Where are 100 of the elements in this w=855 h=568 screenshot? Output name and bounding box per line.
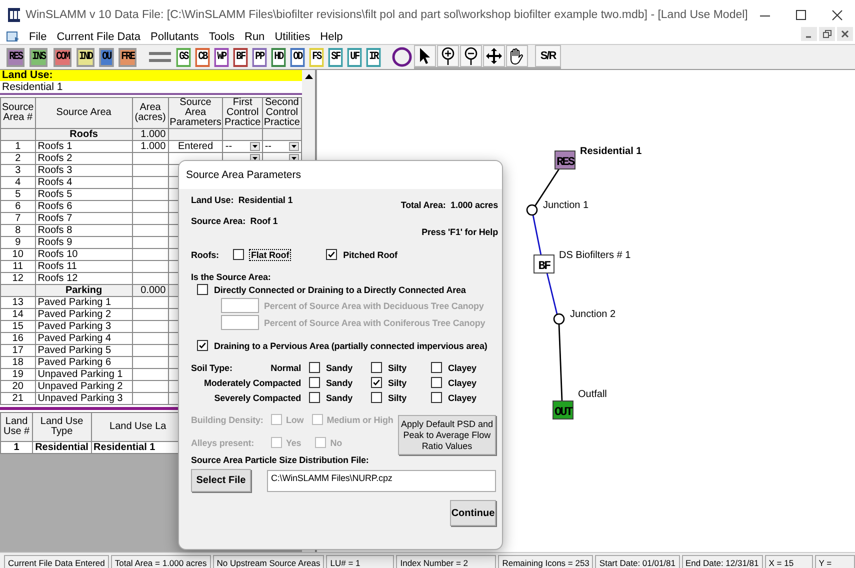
model-node[interactable]: OUT (552, 400, 574, 420)
toolbar-button[interactable]: FS (308, 48, 324, 66)
toolbar-button[interactable]: FRE (118, 48, 137, 66)
table-cell[interactable]: Roofs 1 (35, 140, 132, 152)
group-name: Roofs (35, 128, 132, 140)
table-cell[interactable]: Roofs 11 (35, 260, 132, 272)
menu-item[interactable]: Current File Data (52, 31, 146, 43)
toolbar-button[interactable]: CB (194, 48, 210, 66)
table-cell: 17 (0, 344, 36, 356)
checkbox[interactable] (371, 392, 382, 403)
table-cell[interactable]: Paved Parking 2 (35, 308, 132, 320)
checkbox[interactable] (197, 284, 208, 295)
toolbar-button[interactable]: IND (76, 48, 95, 66)
node-label: Junction 2 (570, 309, 616, 320)
checkbox[interactable] (309, 377, 320, 388)
table-cell[interactable]: Roofs 6 (35, 200, 132, 212)
model-node[interactable]: BF (534, 254, 554, 274)
table-cell[interactable]: Roofs 3 (35, 164, 132, 176)
row-label: Moderately Compacted (202, 378, 302, 388)
double-line-icon[interactable] (148, 51, 171, 63)
checkbox-label: Draining to a Pervious Area (partially connected impervious area) (214, 340, 488, 350)
field-label: Percent of Source Area with Deciduous Tree Canopy (264, 300, 484, 310)
checkbox[interactable] (233, 249, 244, 260)
checkbox[interactable] (309, 362, 320, 373)
table-cell[interactable]: Paved Parking 4 (35, 332, 132, 344)
menu-item[interactable]: Help (315, 31, 348, 43)
table-cell[interactable]: Unpaved Parking 3 (35, 392, 132, 404)
junction-node[interactable] (553, 313, 565, 325)
checkbox[interactable] (326, 249, 338, 260)
toolbar-button[interactable]: WP (214, 48, 228, 66)
menu-item[interactable]: Pollutants (146, 31, 204, 43)
junction-node[interactable] (526, 204, 538, 216)
maximize-icon[interactable] (796, 10, 807, 20)
scroll-up-icon[interactable] (304, 74, 312, 78)
checkbox-label: Silty (388, 392, 407, 402)
circle-icon[interactable] (392, 47, 412, 67)
toolbar-button[interactable]: OU (100, 48, 114, 66)
close-icon[interactable] (832, 10, 843, 20)
toolbar-button[interactable]: INS (30, 48, 48, 66)
checkbox-label: Silty (388, 378, 407, 388)
checkbox[interactable] (197, 340, 208, 351)
pointer-icon[interactable] (419, 48, 431, 64)
menu-item[interactable]: Run (240, 31, 270, 43)
checkbox[interactable] (371, 377, 382, 388)
menu-item[interactable]: File (24, 31, 52, 43)
toolbar-button[interactable]: PP (252, 48, 266, 66)
toolbar-button[interactable]: OD (290, 48, 304, 66)
table-cell: 18 (0, 356, 36, 368)
column-header: Land Use Type (32, 412, 92, 442)
table-cell[interactable]: Paved Parking 3 (35, 320, 132, 332)
document-icon[interactable] (6, 31, 20, 43)
model-node[interactable]: RES (554, 150, 576, 170)
toolbar-button[interactable]: S/R (535, 45, 561, 67)
table-cell[interactable]: Paved Parking 5 (35, 344, 132, 356)
checkbox[interactable] (431, 377, 442, 388)
column-header: Source Area # (0, 98, 36, 128)
table-cell[interactable]: Roofs 4 (35, 176, 132, 188)
table-cell[interactable]: Roofs 7 (35, 212, 132, 224)
table-cell[interactable]: Unpaved Parking 1 (35, 368, 132, 380)
toolbar-button[interactable]: RES (6, 48, 25, 66)
apply-defaults-button[interactable]: Apply Default PSD and Peak to Average Flow Ratio Values (398, 415, 496, 455)
close-icon[interactable] (841, 30, 849, 38)
table-cell[interactable]: Roofs 2 (35, 152, 132, 164)
table-cell[interactable]: Roofs 10 (35, 248, 132, 260)
file-path-field[interactable]: C:\WinSLAMM Files\NURP.cpz (267, 470, 496, 492)
table-cell[interactable]: Paved Parking 6 (35, 356, 132, 368)
soil-type-label: Soil Type: (191, 362, 232, 372)
hand-icon[interactable] (508, 48, 526, 64)
toolbar-button[interactable]: HD (270, 48, 286, 66)
status-field: Start Date: 01/01/81 (595, 555, 680, 568)
checkbox[interactable] (431, 392, 442, 403)
checkbox[interactable] (371, 362, 382, 373)
input-field[interactable] (221, 315, 259, 330)
toolbar-button[interactable]: UF (346, 48, 362, 66)
restore-icon[interactable] (822, 30, 832, 38)
zoom-in-icon[interactable] (441, 47, 455, 65)
move-icon[interactable] (486, 48, 502, 64)
status-field: Remaining Icons = 253 (498, 555, 594, 568)
checkbox[interactable] (309, 392, 320, 403)
table-cell: 14 (0, 308, 36, 320)
table-cell[interactable]: Paved Parking 1 (35, 296, 132, 308)
zoom-out-icon[interactable] (464, 47, 478, 65)
toolbar-button[interactable]: SF (328, 48, 342, 66)
toolbar-button[interactable]: COM (53, 48, 72, 66)
table-cell[interactable]: Roofs 9 (35, 236, 132, 248)
table-cell[interactable]: Unpaved Parking 2 (35, 380, 132, 392)
menu-item[interactable]: Utilities (270, 31, 316, 43)
column-header: Second Control Practice (262, 98, 302, 128)
toolbar-button[interactable]: GS (176, 48, 190, 66)
input-field[interactable] (221, 298, 259, 313)
select-file-button[interactable]: Select File (191, 469, 251, 492)
checkbox[interactable] (431, 362, 442, 373)
section-heading: Is the Source Area: (191, 272, 272, 282)
toolbar-button[interactable]: IR (366, 48, 380, 66)
toolbar-button[interactable]: BF (232, 48, 248, 66)
land-use-value: Residential 1 (0, 81, 302, 95)
table-cell[interactable]: Roofs 5 (35, 188, 132, 200)
table-cell[interactable]: Roofs 8 (35, 224, 132, 236)
menu-item[interactable]: Tools (204, 31, 240, 43)
continue-button[interactable]: Continue (450, 500, 496, 526)
